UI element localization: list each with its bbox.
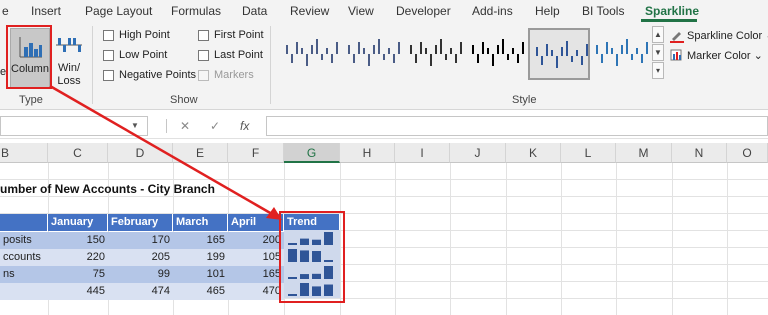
annotation-arrow	[49, 84, 282, 220]
